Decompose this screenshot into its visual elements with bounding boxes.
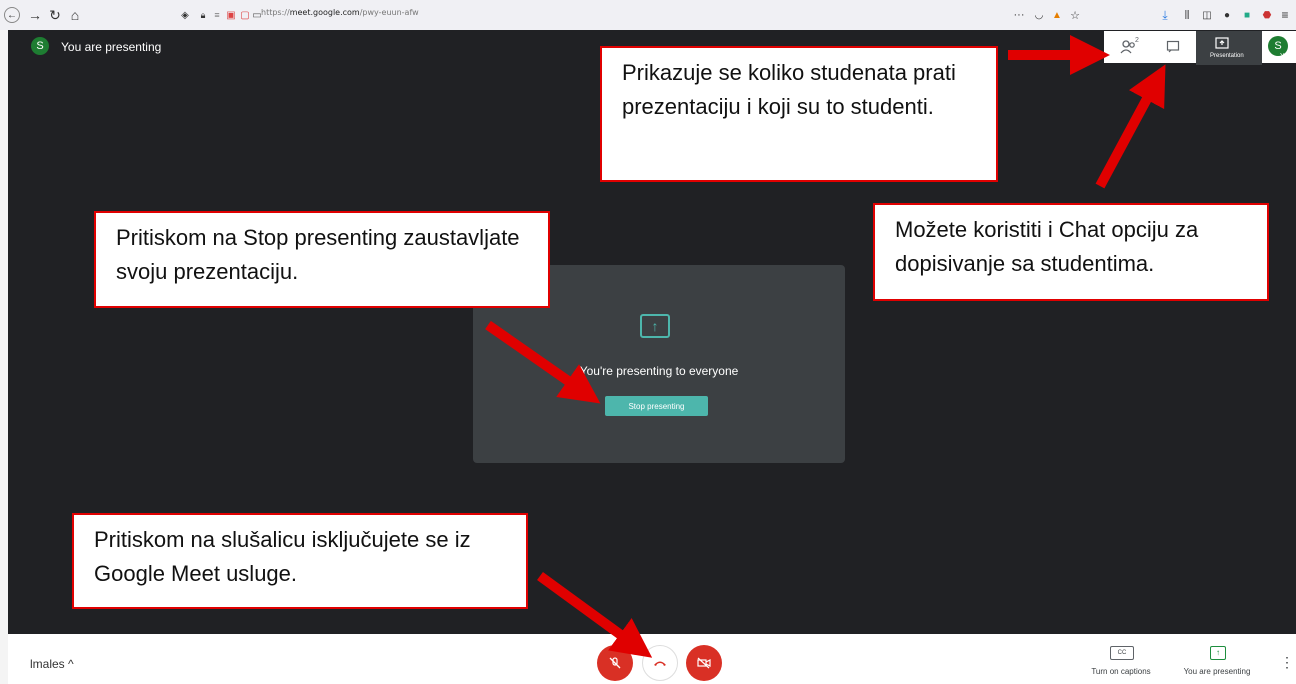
page-actions-button[interactable]: ···	[1010, 6, 1028, 24]
warning-icon[interactable]: ▲	[1048, 6, 1066, 24]
url-path: /pwy-euun-afw	[359, 8, 419, 17]
presenting-title: You are presenting	[61, 40, 162, 54]
presentation-thumb-icon	[1215, 37, 1229, 49]
home-icon[interactable]: ⌂	[66, 6, 84, 24]
chat-icon	[1166, 40, 1180, 53]
url-domain: meet.google.com	[289, 8, 360, 17]
self-label: You	[1280, 53, 1292, 60]
pocket-icon[interactable]: ◡	[1030, 6, 1048, 24]
people-count: 2	[1135, 37, 1139, 44]
note-chat: Možete koristiti i Chat opciju za dopisi…	[873, 203, 1269, 301]
mic-off-icon	[609, 657, 621, 669]
browser-toolbar: ← → ↻ ⌂ ◈ 🔒︎ ≡ ▣ ▢ ▭ https://meet.google…	[0, 0, 1296, 31]
captions-button[interactable]: Turn on captions	[1078, 667, 1164, 676]
shield-icon[interactable]: ◈	[176, 6, 194, 24]
window-edge	[0, 30, 8, 684]
present-now-button[interactable]: You are presenting	[1172, 667, 1262, 676]
present-now-icon: ↑	[1210, 646, 1226, 660]
phone-hangup-icon	[654, 661, 666, 666]
chat-button[interactable]	[1164, 38, 1182, 56]
camera-toggle-button[interactable]	[686, 645, 722, 681]
adblock-icon[interactable]: ⬣	[1258, 6, 1276, 24]
presenting-message: You're presenting to everyone	[579, 364, 739, 378]
reload-icon[interactable]: ↻	[46, 6, 64, 24]
download-icon[interactable]: ⤓	[1156, 6, 1174, 24]
note-hangup: Pritiskom na slušalicu isključujete se i…	[72, 513, 528, 609]
hang-up-button[interactable]	[642, 645, 678, 681]
sidebar-icon[interactable]: ◫	[1198, 6, 1216, 24]
people-button[interactable]: 2	[1118, 37, 1140, 57]
account-icon[interactable]: ●	[1218, 6, 1236, 24]
address-bar[interactable]: https://meet.google.com/pwy-euun-afw	[261, 8, 419, 17]
url-prefix: https://	[261, 8, 290, 17]
chevron-up-icon: ^	[68, 657, 74, 671]
meeting-details-button[interactable]: lmales ^	[30, 657, 74, 671]
note-participants: Prikazuje se koliko studenata prati prez…	[600, 46, 998, 182]
mic-toggle-button[interactable]	[597, 645, 633, 681]
presentation-thumb-label: Presentation	[1210, 53, 1244, 59]
user-avatar: S	[31, 37, 49, 55]
camera-off-icon	[697, 657, 711, 669]
stop-presenting-button[interactable]: Stop presenting	[605, 396, 708, 416]
forward-icon[interactable]: →	[26, 6, 44, 24]
presentation-thumbnail[interactable]	[1196, 31, 1262, 65]
captions-icon: CC	[1110, 646, 1134, 660]
more-options-icon[interactable]: ⋮	[1280, 654, 1294, 671]
library-icon[interactable]: ⫼	[1178, 6, 1196, 24]
note-stop: Pritiskom na Stop presenting zaustavljat…	[94, 211, 550, 308]
meeting-name: lmales	[30, 657, 65, 671]
back-icon[interactable]: ←	[4, 7, 20, 23]
extension-icon[interactable]: ■	[1238, 6, 1256, 24]
menu-icon[interactable]: ≡	[1276, 6, 1294, 24]
bookmark-star-icon[interactable]: ☆	[1066, 6, 1084, 24]
present-screen-icon: ↑	[640, 314, 670, 338]
